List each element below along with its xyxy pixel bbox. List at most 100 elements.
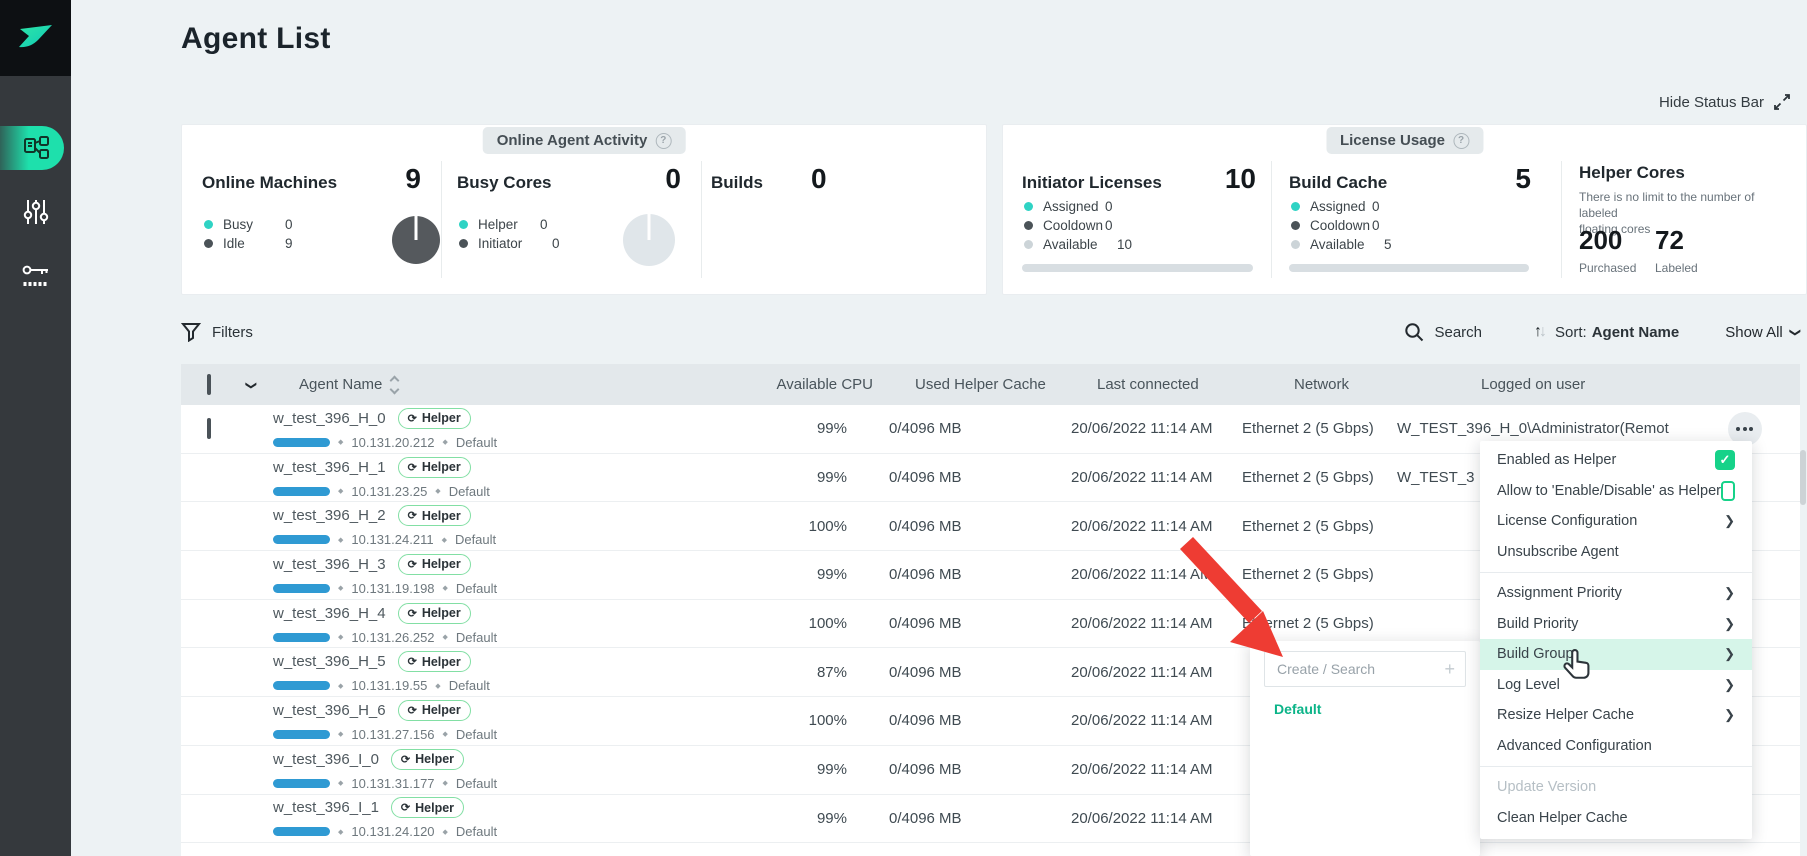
hide-status-bar-button[interactable]: Hide Status Bar — [1659, 93, 1791, 111]
row-checkbox[interactable] — [207, 418, 211, 439]
group-create-search-input[interactable] — [1277, 661, 1437, 677]
menu-item-advanced-configuration[interactable]: Advanced Configuration — [1480, 731, 1752, 762]
header-last-connected[interactable]: Last connected — [1095, 376, 1266, 393]
select-all-checkbox[interactable] — [207, 374, 211, 395]
menu-item-build-group[interactable]: Build Group❯ — [1480, 639, 1752, 670]
purchased-label: Purchased — [1579, 261, 1636, 275]
menu-item-assignment-priority[interactable]: Assignment Priority❯ — [1480, 578, 1752, 609]
checkbox-unchecked-icon[interactable] — [1721, 481, 1735, 501]
helper-badge: ⟳Helper — [398, 700, 471, 721]
menu-item-label: Build Priority — [1497, 616, 1724, 632]
header-logged-on-user[interactable]: Logged on user — [1421, 376, 1741, 393]
helper-cores-desc: There is no limit to the number of label… — [1579, 189, 1794, 221]
helper-badge-label: Helper — [422, 557, 461, 571]
menu-item-resize-helper-cache[interactable]: Resize Helper Cache❯ — [1480, 700, 1752, 731]
search-button[interactable]: Search — [1404, 322, 1482, 342]
agent-name: w_test_396_H_2 — [273, 507, 386, 524]
stat-value: 0 — [665, 163, 681, 195]
menu-item-clean-helper-cache[interactable]: Clean Helper Cache — [1480, 803, 1752, 834]
divider — [1561, 161, 1562, 278]
legend-value: 0 — [1372, 199, 1380, 214]
sidebar-item-license[interactable] — [0, 244, 71, 308]
last-connected-cell: 20/06/2022 11:14 AM — [1069, 518, 1240, 535]
app-logo[interactable] — [0, 0, 71, 76]
legend-label: Cooldown — [1310, 218, 1372, 233]
menu-item-unsubscribe-agent[interactable]: Unsubscribe Agent — [1480, 537, 1752, 568]
stat-label: Initiator Licenses — [1022, 173, 1162, 193]
menu-item-log-level[interactable]: Log Level❯ — [1480, 670, 1752, 701]
agent-cell: w_test_396_H_5⟳Helper◆10.131.19.55◆Defau… — [247, 651, 721, 693]
available-cpu-cell: 100% — [721, 712, 847, 729]
legend-label: Initiator — [478, 236, 552, 251]
header-used-helper-cache[interactable]: Used Helper Cache — [873, 376, 1095, 393]
agent-group: Default — [456, 727, 497, 742]
agent-name: w_test_396_H_0 — [273, 410, 386, 427]
helper-badge-label: Helper — [422, 655, 461, 669]
agent-name: w_test_396_H_3 — [273, 556, 386, 573]
legend-dot — [1291, 202, 1300, 211]
helper-sync-icon: ⟳ — [408, 607, 417, 620]
helper-badge-label: Helper — [415, 752, 454, 766]
add-group-icon[interactable]: + — [1444, 659, 1455, 680]
show-all-dropdown[interactable]: Show All ❯ — [1725, 324, 1800, 341]
checkbox-checked-icon[interactable]: ✓ — [1715, 450, 1735, 470]
header-available-cpu[interactable]: Available CPU — [747, 376, 873, 393]
helper-badge-label: Helper — [422, 411, 461, 425]
initiator-licenses-stat: Initiator Licenses 10 Assigned0Cooldown0… — [1022, 125, 1256, 294]
dot — [1743, 427, 1747, 431]
divider — [701, 161, 702, 278]
stat-value: 5 — [1515, 163, 1531, 195]
capacity-bar — [273, 633, 330, 642]
helper-badge: ⟳Helper — [398, 457, 471, 478]
menu-item-allow-to-enable-disable-as-helper[interactable]: Allow to 'Enable/Disable' as Helper — [1480, 476, 1752, 507]
sort-label: Sort: — [1555, 324, 1587, 341]
submenu-chevron-icon: ❯ — [1724, 513, 1735, 529]
online-machines-stat: Online Machines 9 Busy0Idle9 — [202, 125, 421, 294]
menu-item-enabled-as-helper[interactable]: Enabled as Helper✓ — [1480, 445, 1752, 476]
legend-row: Available5 — [1291, 235, 1441, 254]
group-search-box: + — [1264, 651, 1466, 687]
select-menu-chevron-icon[interactable]: ❯ — [245, 381, 258, 390]
menu-item-build-priority[interactable]: Build Priority❯ — [1480, 609, 1752, 640]
agent-group: Default — [456, 630, 497, 645]
menu-item-update-version[interactable]: Update Version — [1480, 772, 1752, 803]
sidebar-item-settings[interactable] — [0, 180, 71, 244]
capacity-bar — [273, 487, 330, 496]
menu-item-license-configuration[interactable]: License Configuration❯ — [1480, 506, 1752, 537]
stat-value: 9 — [405, 163, 421, 195]
used-helper-cache-cell: 0/4096 MB — [847, 810, 1069, 827]
legend-value: 0 — [540, 217, 548, 232]
menu-item-label: Unsubscribe Agent — [1497, 544, 1735, 560]
separator-dot: ◆ — [443, 584, 448, 592]
used-helper-cache-cell: 0/4096 MB — [847, 712, 1069, 729]
vertical-scrollbar[interactable] — [1800, 450, 1806, 505]
last-connected-cell: 20/06/2022 11:14 AM — [1069, 664, 1240, 681]
sort-control[interactable]: ↑ ↓ Sort: Agent Name — [1534, 323, 1679, 341]
table-toolbar: Filters Search ↑ ↓ Sort: Agent Name Show… — [181, 316, 1800, 348]
license-key-icon — [22, 263, 50, 289]
header-network[interactable]: Network — [1266, 376, 1421, 393]
agent-sub-line: ◆10.131.20.212◆Default — [273, 435, 721, 450]
legend-row: Cooldown0 — [1291, 216, 1441, 235]
used-helper-cache-cell: 0/4096 MB — [847, 518, 1069, 535]
stat-value: 0 — [811, 163, 827, 195]
header-agent-name[interactable]: Agent Name — [273, 376, 747, 393]
filters-label: Filters — [212, 324, 253, 341]
sidebar-item-agents[interactable] — [0, 116, 71, 180]
group-option-default[interactable]: Default — [1274, 701, 1480, 717]
agent-sub-line: ◆10.131.24.120◆Default — [273, 824, 721, 839]
agent-group: Default — [456, 824, 497, 839]
cores-pie-chart — [623, 214, 675, 266]
capacity-bar — [273, 681, 330, 690]
helper-badge: ⟳Helper — [398, 554, 471, 575]
legend-dot — [459, 220, 468, 229]
legend-dot — [204, 239, 213, 248]
build-cache-usage-bar — [1289, 264, 1529, 272]
machines-donut-chart — [392, 216, 440, 264]
legend-value: 0 — [1105, 218, 1113, 233]
show-all-label: Show All — [1725, 324, 1783, 341]
capacity-bar — [273, 827, 330, 836]
used-helper-cache-cell: 0/4096 MB — [847, 664, 1069, 681]
submenu-chevron-icon: ❯ — [1724, 585, 1735, 601]
filters-button[interactable]: Filters — [181, 322, 253, 342]
